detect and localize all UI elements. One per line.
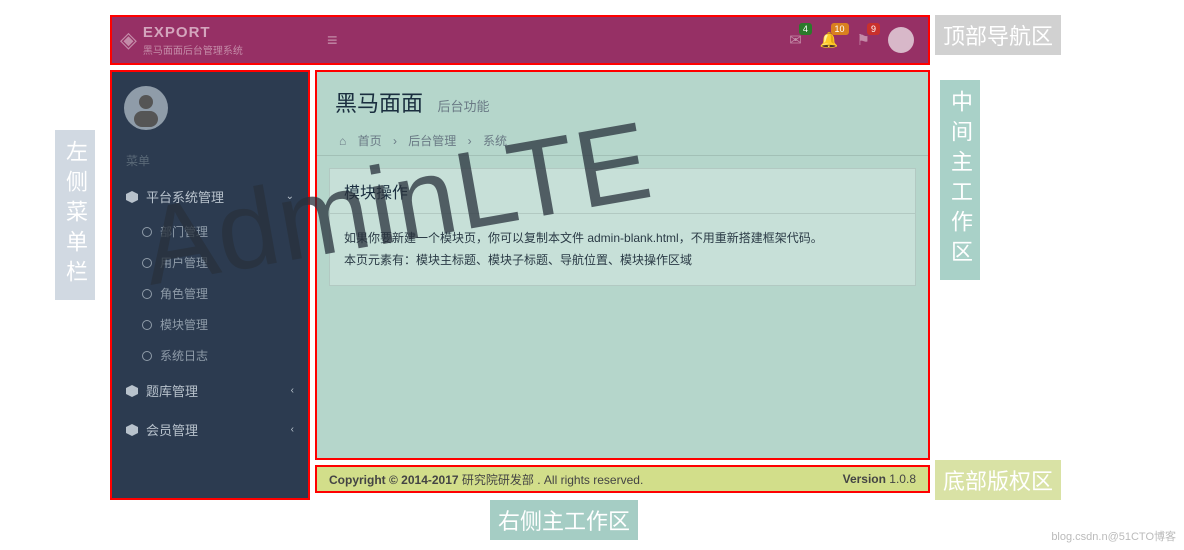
- footer-tail: . All rights reserved.: [537, 473, 643, 487]
- footer: Copyright © 2014-2017 研究院研发部 . All right…: [315, 465, 930, 493]
- circle-icon: [142, 258, 152, 268]
- cube-icon: [126, 424, 138, 436]
- logo-icon: ◈: [120, 27, 137, 53]
- breadcrumb-mid[interactable]: 后台管理: [408, 134, 456, 148]
- avatar[interactable]: [888, 27, 914, 53]
- cube-icon: [126, 191, 138, 203]
- sidebar-item-label: 模块管理: [160, 316, 208, 333]
- sidebar-item-label: 用户管理: [160, 254, 208, 271]
- annotation-footer: 底部版权区: [935, 460, 1061, 500]
- sidebar-item-label: 角色管理: [160, 285, 208, 302]
- chevron-down-icon: ⌄: [286, 191, 294, 202]
- logo-title: EXPORT: [143, 24, 211, 41]
- page-subtitle: 后台功能: [437, 99, 489, 114]
- panel-title: 模块操作: [330, 169, 915, 214]
- panel-text-line: 如果你要新建一个模块页，你可以复制本文件 admin-blank.html，不用…: [344, 228, 901, 250]
- page-title: 黑马面面: [335, 86, 423, 118]
- breadcrumb-home[interactable]: 首页: [358, 134, 382, 148]
- header-right: ✉4 🔔10 ⚑9: [789, 27, 928, 53]
- logo-subtitle: 黑马面面后台管理系统: [143, 42, 243, 57]
- annotation-right: 中间主工作区: [940, 80, 980, 280]
- cube-icon: [126, 385, 138, 397]
- content-header: 黑马面面 后台功能: [317, 72, 928, 126]
- bell-badge: 10: [831, 23, 849, 35]
- flag-icon[interactable]: ⚑9: [857, 31, 870, 49]
- main-content: 黑马面面 后台功能 ⌂ 首页 › 后台管理 › 系统 模块操作 如果你要新建一个…: [315, 70, 930, 460]
- logo[interactable]: ◈ EXPORT 黑马面面后台管理系统: [112, 24, 307, 57]
- version-value: 1.0.8: [889, 472, 916, 486]
- panel: 模块操作 如果你要新建一个模块页，你可以复制本文件 admin-blank.ht…: [329, 168, 916, 286]
- mail-icon[interactable]: ✉4: [789, 31, 802, 49]
- copyright: Copyright © 2014-2017: [329, 473, 462, 487]
- chevron-left-icon: ‹: [291, 385, 294, 396]
- annotation-main: 右侧主工作区: [490, 500, 638, 540]
- sidebar-item-log[interactable]: 系统日志: [112, 340, 308, 371]
- circle-icon: [142, 351, 152, 361]
- sidebar-item-role[interactable]: 角色管理: [112, 278, 308, 309]
- annotation-top: 顶部导航区: [935, 15, 1061, 55]
- sidebar-item-label: 平台系统管理: [146, 187, 224, 206]
- breadcrumb-sep: ›: [393, 134, 397, 148]
- home-icon: ⌂: [339, 134, 346, 148]
- user-panel: [112, 72, 308, 144]
- footer-org: 研究院研发部: [462, 473, 534, 487]
- breadcrumb: ⌂ 首页 › 后台管理 › 系统: [317, 126, 928, 156]
- sidebar-group-question[interactable]: 题库管理 ‹: [112, 371, 308, 410]
- sidebar-group-member[interactable]: 会员管理 ‹: [112, 410, 308, 449]
- sidebar-item-dept[interactable]: 部门管理: [112, 216, 308, 247]
- sidebar-item-user[interactable]: 用户管理: [112, 247, 308, 278]
- user-avatar[interactable]: [124, 86, 168, 130]
- panel-body: 如果你要新建一个模块页，你可以复制本文件 admin-blank.html，不用…: [330, 214, 915, 285]
- flag-badge: 9: [867, 23, 880, 35]
- left-sidebar: 菜单 平台系统管理 ⌄ 部门管理 用户管理 角色管理 模块管理 系统日志 题库管…: [110, 70, 310, 500]
- sidebar-item-label: 题库管理: [146, 381, 198, 400]
- circle-icon: [142, 289, 152, 299]
- sidebar-item-module[interactable]: 模块管理: [112, 309, 308, 340]
- top-navbar: ◈ EXPORT 黑马面面后台管理系统 ≡ ✉4 🔔10 ⚑9: [110, 15, 930, 65]
- sidebar-item-label: 会员管理: [146, 420, 198, 439]
- bell-icon[interactable]: 🔔10: [820, 31, 839, 49]
- circle-icon: [142, 227, 152, 237]
- chevron-left-icon: ‹: [291, 424, 294, 435]
- breadcrumb-last: 系统: [483, 134, 507, 148]
- version-label: Version: [843, 472, 890, 486]
- menu-header: 菜单: [112, 144, 308, 177]
- sidebar-group-platform[interactable]: 平台系统管理 ⌄: [112, 177, 308, 216]
- annotation-left: 左侧菜单栏: [55, 130, 95, 300]
- attribution: blog.csdn.n@51CTO博客: [1051, 528, 1176, 544]
- circle-icon: [142, 320, 152, 330]
- breadcrumb-sep: ›: [468, 134, 472, 148]
- hamburger-icon[interactable]: ≡: [327, 30, 338, 51]
- panel-text-line: 本页元素有：模块主标题、模块子标题、导航位置、模块操作区域: [344, 250, 901, 272]
- mail-badge: 4: [799, 23, 812, 35]
- sidebar-item-label: 部门管理: [160, 223, 208, 240]
- sidebar-item-label: 系统日志: [160, 347, 208, 364]
